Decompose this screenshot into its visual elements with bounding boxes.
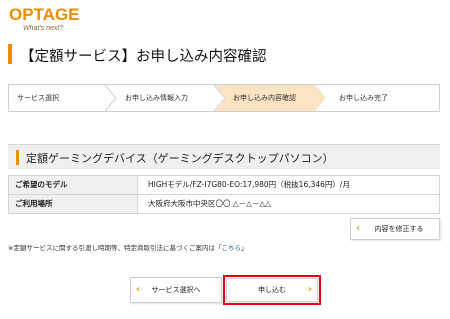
- logo-wordmark: OPTAGE: [9, 5, 80, 24]
- submit-button-label: 申し込む: [258, 286, 286, 294]
- legal-note-text: ※定額サービスに関する引渡し時期等、特定商取引法に基づくご案内は「: [8, 244, 222, 252]
- step-label: お申し込み内容確認: [233, 94, 296, 102]
- step-chevron-icon: [105, 85, 117, 111]
- page-title-block: 【定額サービス】お申し込み内容確認: [8, 44, 440, 65]
- legal-note-link[interactable]: こちら: [221, 244, 241, 252]
- back-button-label: サービス選択へ: [151, 286, 201, 294]
- logo-tagline: What's next?: [23, 25, 64, 32]
- step-confirm: お申し込み内容確認: [227, 85, 323, 111]
- section-header: 定額ゲーミングデバイス（ゲーミングデスクトップパソコン）: [8, 144, 440, 169]
- modify-button-label: 内容を修正する: [374, 225, 424, 233]
- row-label: ご利用場所: [8, 194, 138, 214]
- step-label: お申し込み情報入力: [125, 94, 188, 102]
- section-title: 定額ゲーミングデバイス（ゲーミングデスクトップパソコン）: [26, 152, 334, 165]
- section-accent-bar: [16, 150, 19, 165]
- step-label: お申し込み完了: [339, 94, 388, 102]
- step-progress: サービス選択 お申し込み情報入力 お申し込み内容確認 お申し込み完了: [8, 84, 440, 112]
- optage-logo[interactable]: OPTAGE What's next?: [9, 5, 89, 35]
- legal-note: ※定額サービスに関する引渡し時期等、特定商取引法に基づくご案内は「こちら」: [8, 242, 247, 252]
- table-row: ご希望のモデル HIGHモデル/FZ-I7G80-EO:17,980円（税抜16…: [8, 175, 440, 195]
- row-label: ご希望のモデル: [8, 175, 138, 195]
- submit-button[interactable]: 申し込む ›: [226, 278, 318, 302]
- legal-note-suffix: 」: [240, 244, 248, 252]
- modify-button[interactable]: ‹ 内容を修正する: [350, 218, 440, 240]
- step-complete: お申し込み完了: [331, 85, 439, 111]
- chevron-right-icon: ›: [307, 284, 312, 295]
- row-value: HIGHモデル/FZ-I7G80-EO:17,980円（税抜16,346円）/月: [138, 175, 440, 195]
- page-title: 【定額サービス】お申し込み内容確認: [20, 49, 267, 65]
- table-row: ご利用場所 大阪府大阪市中央区〇〇 △－△－△△: [8, 194, 440, 214]
- step-service-select: サービス選択: [9, 85, 107, 111]
- back-to-service-button[interactable]: ‹ サービス選択へ: [130, 277, 222, 303]
- title-accent-bar: [8, 44, 12, 64]
- step-info-input: お申し込み情報入力: [117, 85, 217, 111]
- row-value: 大阪府大阪市中央区〇〇 △－△－△△: [138, 194, 440, 214]
- step-label: サービス選択: [17, 94, 59, 102]
